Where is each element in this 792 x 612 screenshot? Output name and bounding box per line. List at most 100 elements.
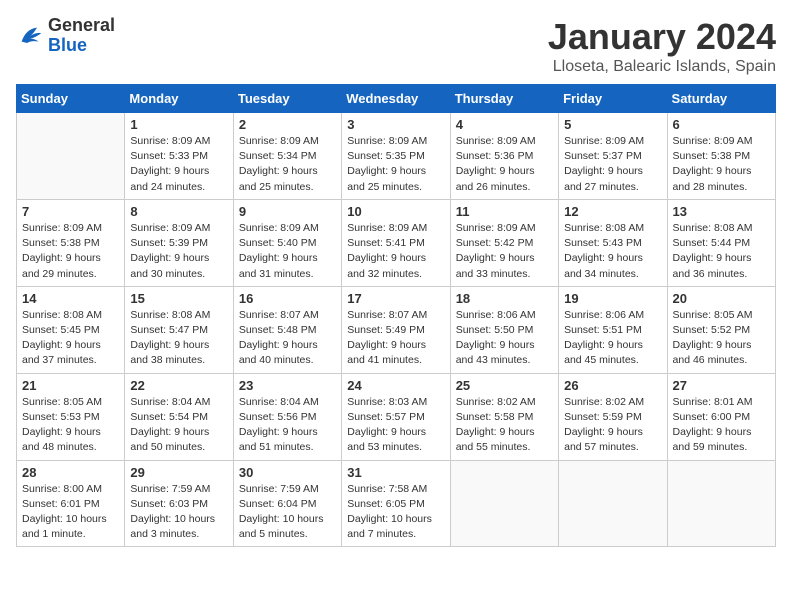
day-info: Sunrise: 8:09 AMSunset: 5:33 PMDaylight:… <box>130 134 227 195</box>
day-number: 5 <box>564 117 661 132</box>
calendar-body: 1 Sunrise: 8:09 AMSunset: 5:33 PMDaylight… <box>17 113 776 547</box>
calendar-day: 3 Sunrise: 8:09 AMSunset: 5:35 PMDaylight… <box>342 113 450 200</box>
day-info: Sunrise: 8:03 AMSunset: 5:57 PMDaylight:… <box>347 395 444 456</box>
calendar-day: 2 Sunrise: 8:09 AMSunset: 5:34 PMDaylight… <box>233 113 341 200</box>
calendar-day <box>559 460 667 547</box>
day-info: Sunrise: 8:09 AMSunset: 5:42 PMDaylight:… <box>456 221 553 282</box>
day-number: 1 <box>130 117 227 132</box>
calendar-day: 27 Sunrise: 8:01 AMSunset: 6:00 PMDayligh… <box>667 373 775 460</box>
calendar-day: 22 Sunrise: 8:04 AMSunset: 5:54 PMDayligh… <box>125 373 233 460</box>
day-info: Sunrise: 8:09 AMSunset: 5:39 PMDaylight:… <box>130 221 227 282</box>
calendar-day: 9Sunrise: 8:09 AMSunset: 5:40 PMDaylight… <box>233 199 341 286</box>
calendar-week-5: 28Sunrise: 8:00 AMSunset: 6:01 PMDayligh… <box>17 460 776 547</box>
day-info: Sunrise: 8:09 AMSunset: 5:35 PMDaylight:… <box>347 134 444 195</box>
calendar-day: 29 Sunrise: 7:59 AMSunset: 6:03 PMDayligh… <box>125 460 233 547</box>
day-number: 7 <box>22 204 119 219</box>
day-info: Sunrise: 7:58 AMSunset: 6:05 PMDaylight:… <box>347 482 444 543</box>
day-info: Sunrise: 8:01 AMSunset: 6:00 PMDaylight:… <box>673 395 770 456</box>
day-number: 26 <box>564 378 661 393</box>
day-info: Sunrise: 8:07 AMSunset: 5:49 PMDaylight:… <box>347 308 444 369</box>
day-number: 18 <box>456 291 553 306</box>
day-info: Sunrise: 8:09 AMSunset: 5:36 PMDaylight:… <box>456 134 553 195</box>
day-info: Sunrise: 8:02 AMSunset: 5:59 PMDaylight:… <box>564 395 661 456</box>
day-number: 21 <box>22 378 119 393</box>
calendar-day: 17 Sunrise: 8:07 AMSunset: 5:49 PMDayligh… <box>342 286 450 373</box>
day-info: Sunrise: 8:09 AMSunset: 5:38 PMDaylight:… <box>673 134 770 195</box>
calendar-day: 28Sunrise: 8:00 AMSunset: 6:01 PMDayligh… <box>17 460 125 547</box>
calendar-day: 8 Sunrise: 8:09 AMSunset: 5:39 PMDaylight… <box>125 199 233 286</box>
calendar-week-4: 21 Sunrise: 8:05 AMSunset: 5:53 PMDayligh… <box>17 373 776 460</box>
calendar-day: 18 Sunrise: 8:06 AMSunset: 5:50 PMDayligh… <box>450 286 558 373</box>
day-number: 3 <box>347 117 444 132</box>
day-number: 2 <box>239 117 336 132</box>
day-info: Sunrise: 8:08 AMSunset: 5:44 PMDaylight:… <box>673 221 770 282</box>
calendar-day <box>667 460 775 547</box>
day-number: 12 <box>564 204 661 219</box>
calendar-day: 5 Sunrise: 8:09 AMSunset: 5:37 PMDaylight… <box>559 113 667 200</box>
day-info: Sunrise: 8:09 AMSunset: 5:37 PMDaylight:… <box>564 134 661 195</box>
calendar-day: 14Sunrise: 8:08 AMSunset: 5:45 PMDayligh… <box>17 286 125 373</box>
day-number: 31 <box>347 465 444 480</box>
calendar-day: 21 Sunrise: 8:05 AMSunset: 5:53 PMDayligh… <box>17 373 125 460</box>
calendar-day: 30Sunrise: 7:59 AMSunset: 6:04 PMDayligh… <box>233 460 341 547</box>
calendar-day: 10Sunrise: 8:09 AMSunset: 5:41 PMDayligh… <box>342 199 450 286</box>
calendar-day: 16Sunrise: 8:07 AMSunset: 5:48 PMDayligh… <box>233 286 341 373</box>
calendar-table: SundayMondayTuesdayWednesdayThursdayFrid… <box>16 84 776 547</box>
day-number: 6 <box>673 117 770 132</box>
day-info: Sunrise: 8:02 AMSunset: 5:58 PMDaylight:… <box>456 395 553 456</box>
logo-bird-icon <box>16 22 44 50</box>
day-number: 27 <box>673 378 770 393</box>
day-number: 14 <box>22 291 119 306</box>
weekday-header-sunday: Sunday <box>17 85 125 113</box>
day-number: 25 <box>456 378 553 393</box>
calendar-day: 7Sunrise: 8:09 AMSunset: 5:38 PMDaylight… <box>17 199 125 286</box>
day-number: 29 <box>130 465 227 480</box>
day-info: Sunrise: 8:06 AMSunset: 5:50 PMDaylight:… <box>456 308 553 369</box>
day-info: Sunrise: 8:06 AMSunset: 5:51 PMDaylight:… <box>564 308 661 369</box>
day-info: Sunrise: 7:59 AMSunset: 6:03 PMDaylight:… <box>130 482 227 543</box>
weekday-header-monday: Monday <box>125 85 233 113</box>
day-number: 19 <box>564 291 661 306</box>
day-info: Sunrise: 8:05 AMSunset: 5:52 PMDaylight:… <box>673 308 770 369</box>
calendar-day: 4 Sunrise: 8:09 AMSunset: 5:36 PMDaylight… <box>450 113 558 200</box>
title-block: January 2024 Lloseta, Balearic Islands, … <box>548 16 776 76</box>
calendar-day: 12 Sunrise: 8:08 AMSunset: 5:43 PMDayligh… <box>559 199 667 286</box>
day-info: Sunrise: 8:09 AMSunset: 5:41 PMDaylight:… <box>347 221 444 282</box>
day-number: 15 <box>130 291 227 306</box>
logo-text: General Blue <box>48 16 115 56</box>
weekday-header-thursday: Thursday <box>450 85 558 113</box>
calendar-day: 26 Sunrise: 8:02 AMSunset: 5:59 PMDayligh… <box>559 373 667 460</box>
day-number: 17 <box>347 291 444 306</box>
calendar-day: 20 Sunrise: 8:05 AMSunset: 5:52 PMDayligh… <box>667 286 775 373</box>
logo-general: General <box>48 15 115 35</box>
day-number: 23 <box>239 378 336 393</box>
day-number: 30 <box>239 465 336 480</box>
day-number: 28 <box>22 465 119 480</box>
day-number: 13 <box>673 204 770 219</box>
page-header: General Blue January 2024 Lloseta, Balea… <box>16 16 776 76</box>
day-info: Sunrise: 8:05 AMSunset: 5:53 PMDaylight:… <box>22 395 119 456</box>
day-number: 8 <box>130 204 227 219</box>
calendar-day: 25 Sunrise: 8:02 AMSunset: 5:58 PMDayligh… <box>450 373 558 460</box>
weekday-header-wednesday: Wednesday <box>342 85 450 113</box>
day-number: 22 <box>130 378 227 393</box>
day-info: Sunrise: 8:04 AMSunset: 5:54 PMDaylight:… <box>130 395 227 456</box>
day-info: Sunrise: 8:07 AMSunset: 5:48 PMDaylight:… <box>239 308 336 369</box>
day-info: Sunrise: 8:09 AMSunset: 5:34 PMDaylight:… <box>239 134 336 195</box>
calendar-day: 13 Sunrise: 8:08 AMSunset: 5:44 PMDayligh… <box>667 199 775 286</box>
calendar-day: 15Sunrise: 8:08 AMSunset: 5:47 PMDayligh… <box>125 286 233 373</box>
calendar-day <box>17 113 125 200</box>
calendar-week-3: 14Sunrise: 8:08 AMSunset: 5:45 PMDayligh… <box>17 286 776 373</box>
calendar-day: 24Sunrise: 8:03 AMSunset: 5:57 PMDayligh… <box>342 373 450 460</box>
weekday-header-tuesday: Tuesday <box>233 85 341 113</box>
day-number: 20 <box>673 291 770 306</box>
calendar-day: 11Sunrise: 8:09 AMSunset: 5:42 PMDayligh… <box>450 199 558 286</box>
calendar-day: 31 Sunrise: 7:58 AMSunset: 6:05 PMDayligh… <box>342 460 450 547</box>
day-number: 4 <box>456 117 553 132</box>
calendar-day: 1 Sunrise: 8:09 AMSunset: 5:33 PMDaylight… <box>125 113 233 200</box>
day-info: Sunrise: 8:08 AMSunset: 5:43 PMDaylight:… <box>564 221 661 282</box>
calendar-day: 19 Sunrise: 8:06 AMSunset: 5:51 PMDayligh… <box>559 286 667 373</box>
logo-blue: Blue <box>48 35 87 55</box>
day-number: 9 <box>239 204 336 219</box>
day-info: Sunrise: 8:04 AMSunset: 5:56 PMDaylight:… <box>239 395 336 456</box>
